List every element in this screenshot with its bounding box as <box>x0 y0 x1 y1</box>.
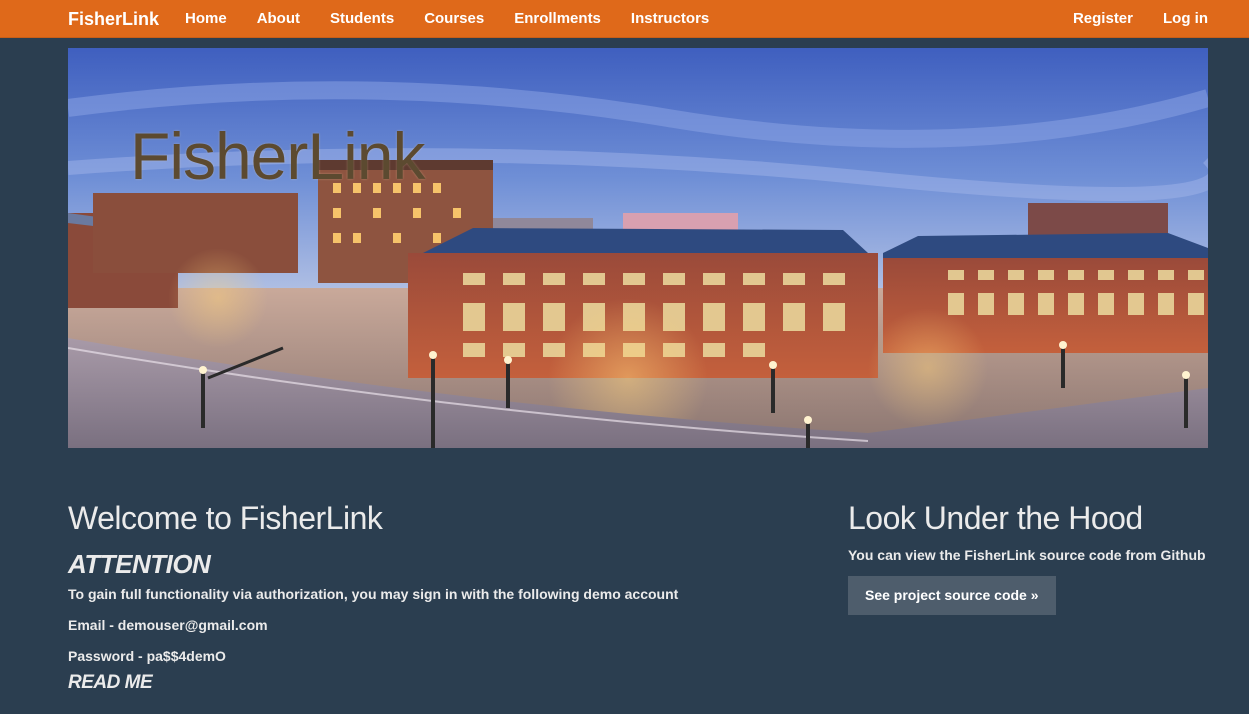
brand-link[interactable]: FisherLink <box>68 0 159 38</box>
source-code-button[interactable]: See project source code » <box>848 576 1056 615</box>
hood-title: Look Under the Hood <box>848 500 1143 536</box>
hood-section: Look Under the Hood You can view the Fis… <box>848 496 1208 615</box>
attention-text: To gain full functionality via authoriza… <box>68 586 679 602</box>
nav-login[interactable]: Log in <box>1148 0 1223 38</box>
campus-panorama-image <box>68 48 1208 448</box>
nav-students[interactable]: Students <box>315 0 409 38</box>
main-nav: Home About Students Courses Enrollments … <box>170 0 724 38</box>
nav-enrollments[interactable]: Enrollments <box>499 0 616 38</box>
readme-heading: READ ME <box>68 672 153 693</box>
attention-heading: ATTENTION <box>68 549 211 579</box>
demo-password: Password - pa$$4demO <box>68 648 226 664</box>
welcome-section: Welcome to FisherLink ATTENTION To gain … <box>68 496 788 696</box>
account-nav: Register Log in <box>1058 0 1223 38</box>
nav-about[interactable]: About <box>242 0 315 38</box>
nav-instructors[interactable]: Instructors <box>616 0 724 38</box>
nav-register[interactable]: Register <box>1058 0 1148 38</box>
hero-title: FisherLink <box>130 119 425 193</box>
nav-courses[interactable]: Courses <box>409 0 499 38</box>
demo-email: Email - demouser@gmail.com <box>68 617 268 633</box>
hood-text: You can view the FisherLink source code … <box>848 547 1206 563</box>
top-navbar: FisherLink Home About Students Courses E… <box>0 0 1249 38</box>
nav-home[interactable]: Home <box>170 0 242 38</box>
hero-banner: FisherLink <box>68 48 1208 448</box>
welcome-title: Welcome to FisherLink <box>68 500 383 536</box>
